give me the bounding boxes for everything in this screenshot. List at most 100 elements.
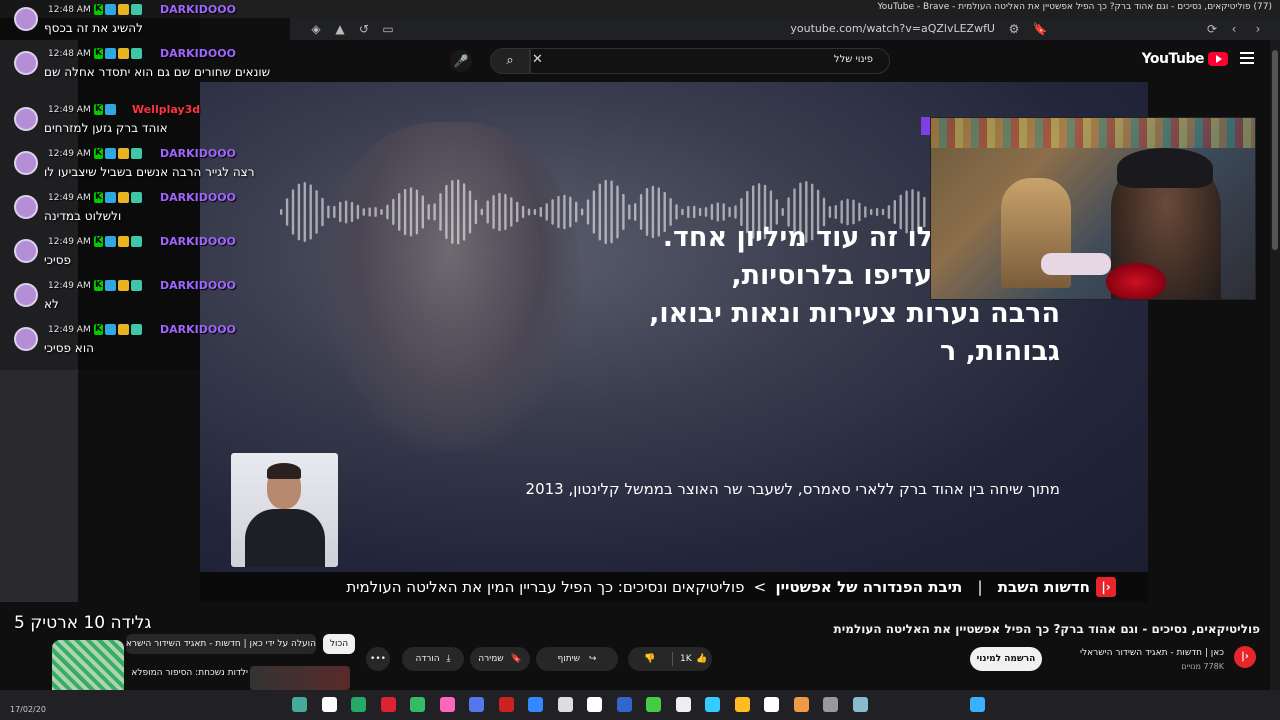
game-icon[interactable] [852,697,868,712]
hamburger-menu-icon[interactable] [1240,52,1254,64]
chat-username[interactable]: DARKIDOOO [160,323,236,336]
screen-icon[interactable]: ▭ [380,21,396,37]
breadcrumb-series: תיבת הפנדורה של אפשטיין [775,578,963,596]
openai-icon[interactable] [587,697,602,712]
like-icon[interactable]: 👍 [696,647,707,671]
kick-badge-icon: K [94,148,103,159]
record-icon[interactable] [498,697,514,712]
steam-icon[interactable] [351,697,366,712]
vpn-icon[interactable] [528,697,543,712]
dislike-icon[interactable]: 👎 [644,647,655,671]
crown-badge-icon [118,192,129,203]
obs-icon[interactable] [321,697,337,712]
waveform-bar [498,192,501,232]
chat-username[interactable]: Wellplay3d [132,103,200,116]
channel-name[interactable]: כאן | חדשות - תאגיד השידור הישראלי [1080,648,1224,658]
tune-icon[interactable]: ⚙ [1006,21,1022,37]
teams-icon[interactable] [616,697,632,712]
like-count[interactable]: 1K [680,647,692,671]
chip-uploaded-by[interactable]: הועלה על ידי כאן | חדשות - תאגיד השידור … [126,634,316,654]
chrome-icon[interactable] [646,697,661,712]
channel-avatar[interactable]: |› [1234,646,1256,668]
chat-avatar[interactable] [14,7,38,31]
waveform-bar [563,194,566,230]
brave-rewards-icon[interactable]: ▲ [332,21,348,37]
discord-icon[interactable] [469,697,484,712]
chat-username[interactable]: DARKIDOOO [160,191,236,204]
windows-start-icon[interactable] [970,697,985,712]
bookmark-icon[interactable]: 🔖 [1032,21,1048,37]
chat-username[interactable]: DARKIDOOO [160,147,236,160]
youtube-logo-text: YouTube [1141,51,1205,67]
waveform-bar [840,200,843,224]
save-button[interactable]: שמירה 🔖 [470,647,530,671]
kick-badge-icon: K [94,280,103,291]
search-input[interactable]: פינוי שלל [530,48,890,74]
verified-badge-icon [105,324,116,335]
media-icon[interactable] [557,697,573,712]
waveform-bar [439,193,442,231]
chat-avatar[interactable] [14,107,38,131]
chat-username[interactable]: DARKIDOOO [160,3,236,16]
edge-icon[interactable] [705,697,720,712]
recommended-title[interactable]: ילדות נשכחת: הסיפור המופלא [128,668,248,679]
app-icon[interactable] [439,697,455,712]
chat-avatar[interactable] [14,239,38,263]
download-button[interactable]: הורדה ⤓ [402,647,464,671]
waveform-bar [657,187,660,237]
share-label: שיתוף [557,654,581,664]
subscribe-button[interactable]: הרשמה למינוי [970,647,1042,671]
reload-icon[interactable]: ↺ [356,21,372,37]
close-icon[interactable]: ✕ [532,52,543,67]
kick-badge-icon: K [94,192,103,203]
more-actions-button[interactable]: ••• [366,647,390,671]
scrollbar-thumb[interactable] [1272,50,1278,250]
waveform-bar [828,205,832,219]
chat-username[interactable]: DARKIDOOO [160,47,236,60]
chip-all[interactable]: הכול [323,634,355,654]
url-text[interactable]: youtube.com/watch?v=aQZlvLEZwfU [790,22,995,35]
chat-badges: K [94,4,142,15]
chat-avatar[interactable] [14,283,38,307]
kick-badge-icon: K [94,4,103,15]
chat-avatar[interactable] [14,51,38,75]
crown-badge-icon [118,324,129,335]
waveform-bar [734,205,737,219]
waveform-bar [533,208,537,216]
verified-badge-icon [105,192,116,203]
address-bar[interactable]: ◈ ▲ ↺ ▭ youtube.com/watch?v=aQZlvLEZwfU … [290,18,1280,40]
verified-badge-icon [105,4,116,15]
chat-username[interactable]: DARKIDOOO [160,235,236,248]
notes-icon[interactable] [764,697,779,712]
settings-icon[interactable] [675,697,691,712]
waveform-bar [350,201,354,223]
webcam-accent-bar [921,117,930,135]
video-caption: מתוך שיחה בין אהוד ברק ללארי סאמרס, לשעב… [525,480,1060,498]
waveform-bar [409,187,413,237]
chat-text: ולשלוט במדינה [44,209,122,223]
chat-username[interactable]: DARKIDOOO [160,279,236,292]
waveform-bar [622,193,625,231]
waveform-bar [333,205,336,219]
chat-avatar[interactable] [14,327,38,351]
terminal-icon[interactable] [410,697,425,712]
search-button[interactable]: ⌕ [490,48,530,74]
chat-avatar[interactable] [14,151,38,175]
waveform-bar [415,189,419,235]
chat-timestamp: 12:48 AM [48,49,91,59]
file-icon[interactable] [823,697,838,712]
chrome-alt-icon[interactable] [380,697,396,712]
youtube-logo[interactable]: YouTube [1142,51,1228,67]
recommended-thumbnail[interactable] [250,666,350,690]
like-divider [672,652,673,666]
microphone-icon[interactable]: 🎤 [450,50,472,72]
forward-icon[interactable]: › [1250,21,1266,37]
interpreter-body [245,509,325,567]
share-button[interactable]: שיתוף ↪ [536,647,618,671]
copilot-icon[interactable] [793,697,809,712]
nvidia-icon[interactable] [292,697,307,712]
back-icon[interactable]: ‹ [1226,21,1242,37]
folder-icon[interactable] [734,697,750,712]
chat-avatar[interactable] [14,195,38,219]
refresh-icon[interactable]: ⟳ [1204,21,1220,37]
